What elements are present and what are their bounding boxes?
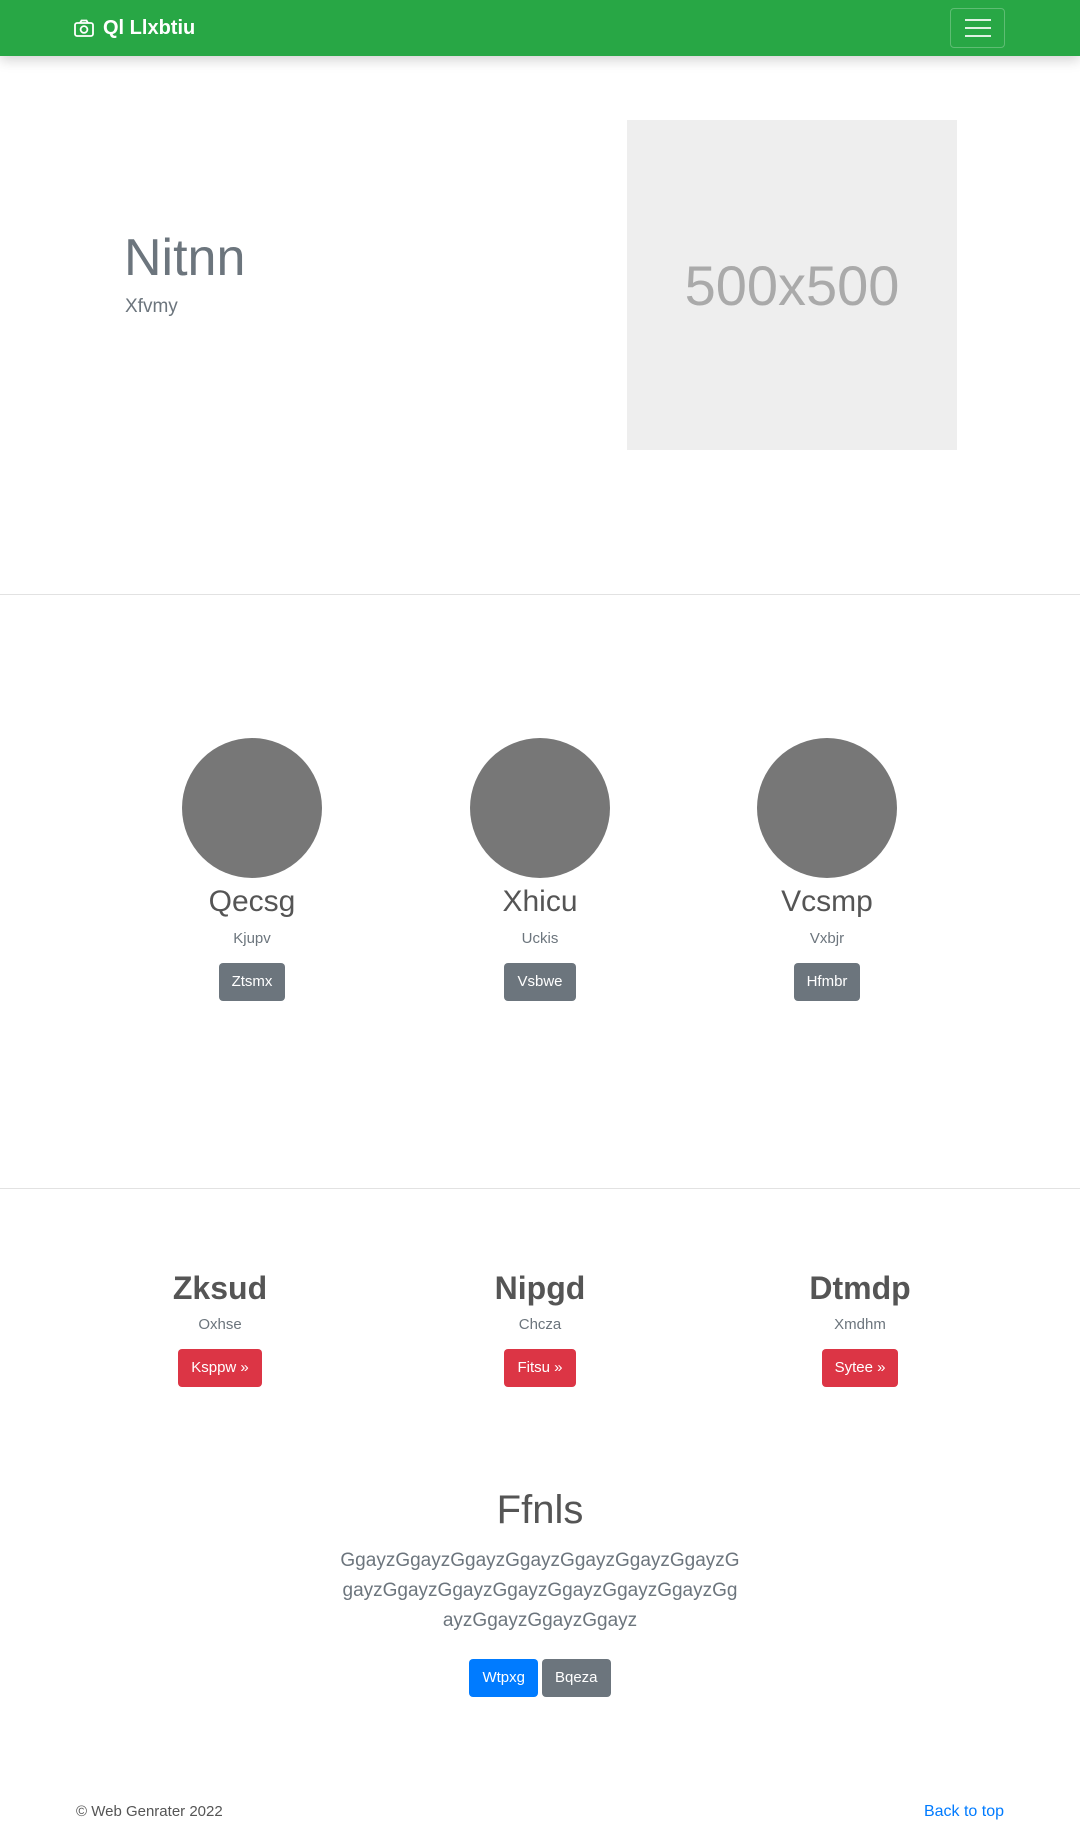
feature-subtitle: Xmdhm [834,1316,886,1333]
feature-card: Zksud Oxhse Ksppw » [70,1266,370,1387]
navbar-toggler-button[interactable] [950,8,1005,48]
camera-icon [74,19,94,37]
avatar [470,738,610,878]
feature-card: Dtmdp Xmdhm Sytee » [710,1266,1010,1387]
team-name: Qecsg [208,885,296,918]
hamburger-menu-icon [964,27,991,29]
feature-card: Nipgd Chcza Fitsu » [390,1266,690,1387]
section-divider [0,1188,1080,1189]
cta-button-group: Wtpxg Bqeza [0,1659,1080,1697]
team-button[interactable]: Hfmbr [793,963,861,1001]
team-card: Vcsmp Vxbjr Hfmbr [707,738,947,1001]
feature-button[interactable]: Fitsu » [504,1349,576,1387]
feature-title: Zksud [172,1270,268,1306]
brand-text: Ql Llxbtiu [103,16,196,39]
team-card: Qecsg Kjupv Ztsmx [132,738,372,1001]
team-subtitle: Vxbjr [809,930,845,947]
feature-subtitle: Chcza [518,1316,562,1333]
hero-title: Nitnn [124,229,246,287]
hero-subtitle: Xfvmy [125,296,178,317]
avatar [182,738,322,878]
team-subtitle: Kjupv [233,930,271,947]
team-subtitle: Uckis [521,930,559,947]
feature-subtitle: Oxhse [198,1316,242,1333]
avatar [757,738,897,878]
cta-text: GgayzGgayzGgayzGgayzGgayzGgayzGgayzGgayz… [340,1550,740,1631]
team-name: Xhicu [502,885,578,918]
back-to-top-link[interactable]: Back to top [924,1803,1004,1821]
section-divider [0,594,1080,595]
cta-secondary-button[interactable]: Bqeza [541,1659,611,1697]
feature-button[interactable]: Sytee » [821,1349,899,1387]
feature-title: Dtmdp [809,1270,911,1306]
team-button[interactable]: Ztsmx [218,963,286,1001]
team-button[interactable]: Vsbwe [504,963,576,1001]
navbar-brand[interactable]: Ql Llxbtiu [74,0,195,56]
cta-title: Ffnls [496,1488,584,1532]
navbar: Ql Llxbtiu [0,0,1080,56]
hamburger-menu-icon [964,35,991,37]
hamburger-menu-icon [964,19,991,21]
cta-primary-button[interactable]: Wtpxg [469,1659,538,1697]
feature-title: Nipgd [494,1270,586,1306]
hero-image-placeholder: 500x500 [627,120,957,450]
team-name: Vcsmp [781,885,873,918]
feature-button[interactable]: Ksppw » [178,1349,262,1387]
team-card: Xhicu Uckis Vsbwe [420,738,660,1001]
placeholder-label: 500x500 [684,253,900,317]
footer-copyright: © Web Genrater 2022 [76,1803,223,1820]
